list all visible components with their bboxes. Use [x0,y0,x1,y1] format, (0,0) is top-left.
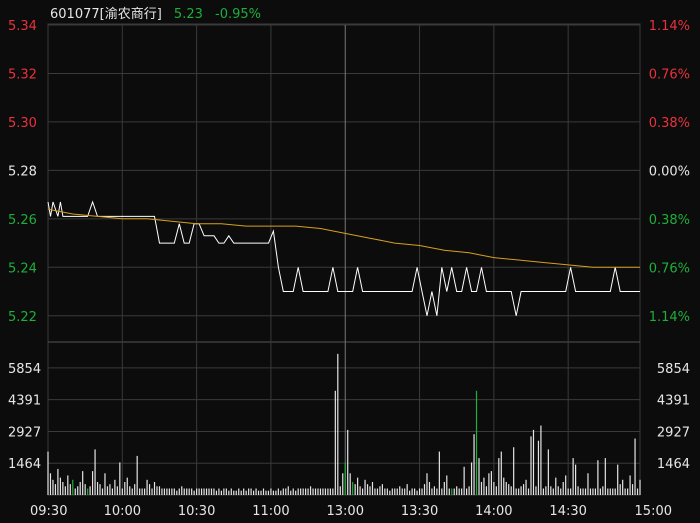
percent-tick-label: 1.14% [649,19,690,34]
price-tick-label: 5.34 [8,19,37,34]
percent-tick-label: 0.76% [649,67,690,82]
time-tick-label: 10:30 [178,504,215,519]
average-price-line [47,208,640,268]
volume-tick-label-right: 4391 [657,394,690,409]
percent-tick-label: 0.76% [649,261,690,276]
time-tick-label: 14:30 [549,504,586,519]
volume-tick-label-right: 5854 [657,362,690,377]
time-tick-label: 14:00 [475,504,512,519]
price-tick-label: 5.28 [8,164,37,179]
time-tick-label: 13:00 [327,504,364,519]
volume-tick-label: 4391 [8,394,41,409]
price-tick-label: 5.30 [8,116,37,131]
percent-tick-label: 0.00% [649,164,690,179]
price-tick-label: 5.22 [8,310,37,325]
time-tick-label: 11:00 [252,504,289,519]
volume-tick-label: 1464 [8,457,41,472]
time-tick-label: 09:30 [30,504,67,519]
price-tick-label: 5.26 [8,213,37,228]
price-tick-label: 5.32 [8,67,37,82]
time-tick-label: 15:00 [635,504,672,519]
time-tick-label: 10:00 [104,504,141,519]
volume-tick-label: 5854 [8,362,41,377]
volume-tick-label-right: 2927 [657,425,690,440]
chart-frame [47,23,641,496]
time-tick-label: 13:30 [401,504,438,519]
price-tick-label: 5.24 [8,261,37,276]
percent-tick-label: 1.14% [649,310,690,325]
percent-tick-label: 0.38% [649,116,690,131]
percent-tick-label: 0.38% [649,213,690,228]
intraday-chart: 5.34 1.14% 5.32 0.76% 5.30 0.38% 5.28 0.00% 5.26… [8,19,690,519]
volume-tick-label: 2927 [8,425,41,440]
volume-tick-label-right: 1464 [657,457,690,472]
